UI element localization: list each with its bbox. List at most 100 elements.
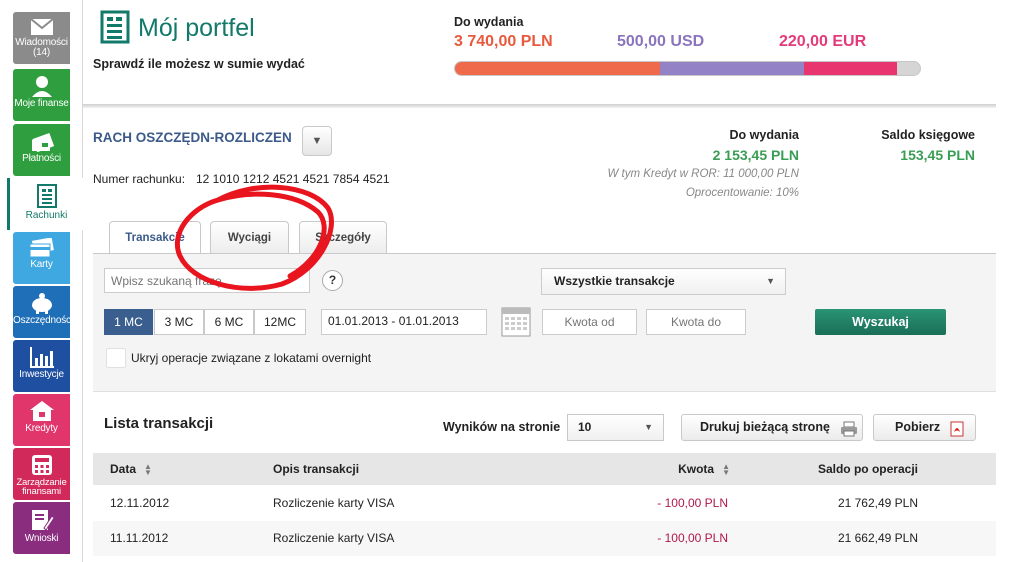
form-pen-icon [31, 510, 54, 531]
chart-icon [29, 347, 54, 368]
period-6mc-button[interactable]: 6 MC [204, 309, 254, 335]
spend-bar-usd [660, 62, 804, 75]
account-number-label: Numer rachunku: [93, 172, 186, 186]
interest-rate: Oprocentowanie: 10% [686, 187, 799, 199]
piggy-bank-icon [31, 293, 52, 314]
spend-amount-eur: 220,00 EUR [779, 33, 867, 50]
spend-bar-pln [455, 62, 660, 75]
help-button[interactable]: ? [322, 270, 343, 291]
page-subtitle: Sprawdź ile możesz w sumie wydać [93, 57, 305, 71]
interest-rate-label: Oprocentowanie: [685, 187, 773, 199]
sidebar-item-investments[interactable]: Inwestycje [13, 340, 70, 392]
column-date[interactable]: Data ▲ ▼ [110, 453, 152, 485]
row-description: Rozliczenie karty VISA [273, 531, 395, 545]
available-label: Do wydania [729, 128, 799, 142]
account-number: 12 1010 1212 4521 4521 7854 4521 [196, 172, 390, 186]
interest-rate-value: 10% [775, 187, 799, 199]
column-amount[interactable]: Kwota ▲ ▼ [678, 453, 730, 485]
download-label: Pobierz [895, 420, 941, 434]
date-range-input[interactable]: 01.01.2013 - 01.01.2013 [321, 309, 487, 335]
sidebar-item-accounts[interactable]: Rachunki [7, 178, 83, 230]
amount-from-input[interactable] [542, 309, 637, 335]
sidebar-item-label: Karty [30, 259, 53, 270]
row-balance: 21 762,49 PLN [837, 496, 918, 510]
pdf-icon [950, 421, 964, 437]
sidebar-item-label: Wnioski [24, 533, 59, 544]
amount-to-input[interactable] [646, 309, 746, 335]
page-title: Mój portfel [138, 14, 255, 42]
sidebar-item-payments[interactable]: Płatności [13, 124, 70, 176]
search-input[interactable] [104, 268, 310, 293]
search-button[interactable]: Wyszukaj [815, 309, 946, 335]
card-icon [29, 238, 54, 258]
row-date: 11.11.2012 [110, 531, 169, 545]
sidebar-item-label: Oszczędności [13, 315, 73, 326]
column-date-label: Data [110, 462, 137, 476]
document-icon [100, 10, 130, 44]
spend-bar-eur [804, 62, 897, 75]
period-12mc-button[interactable]: 12MC [254, 309, 306, 335]
per-page-value: 10 [578, 420, 592, 434]
row-date: 12.11.2012 [110, 496, 170, 510]
sort-icon: ▲ ▼ [722, 461, 730, 477]
column-balance: Saldo po operacji [817, 462, 918, 476]
sidebar-item-label: Kredyty [25, 423, 58, 434]
print-page-button[interactable]: Drukuj bieżącą stronę [681, 414, 863, 441]
tab-statements[interactable]: Wyciągi [210, 221, 289, 254]
person-icon [31, 76, 52, 97]
row-amount: - 100,00 PLN [657, 496, 728, 510]
table-row[interactable]: 11.11.2012 Rozliczenie karty VISA - 100,… [93, 521, 996, 556]
credit-info: W tym Kredyt w ROR: 11 000,00 PLN [607, 168, 799, 180]
tab-transactions[interactable]: Transakcje [109, 221, 201, 255]
chevron-down-icon: ▼ [644, 422, 653, 432]
spend-amount-pln: 3 740,00 PLN [454, 33, 553, 50]
spend-progress-bar [454, 61, 921, 76]
transaction-type-select[interactable]: Wszystkie transakcje ▼ [541, 268, 786, 295]
overnight-label: Ukryj operacje związane z lokatami overn… [131, 351, 372, 365]
sidebar-item-my-finances[interactable]: Moje finanse [13, 69, 70, 121]
calculator-icon [31, 455, 52, 475]
sidebar-item-cards[interactable]: Karty [13, 232, 70, 284]
house-icon [29, 401, 54, 421]
book-balance-value: 153,45 PLN [900, 147, 975, 163]
sidebar-item-count: (14) [33, 47, 50, 58]
period-3mc-button[interactable]: 3 MC [154, 309, 204, 335]
available-value: 2 153,45 PLN [712, 147, 799, 163]
header-divider [83, 104, 996, 108]
transaction-type-value: Wszystkie transakcje [554, 274, 675, 288]
account-name: RACH OSZCZĘDN-ROZLICZEN [93, 130, 292, 145]
calendar-icon[interactable] [501, 305, 531, 337]
sidebar-item-label: Zarządzanie finansami [16, 477, 67, 497]
sidebar-item-applications[interactable]: Wnioski [13, 502, 70, 554]
column-amount-label: Kwota [678, 462, 715, 476]
sidebar-item-label: Moje finanse [14, 98, 69, 109]
printer-icon [841, 421, 857, 437]
account-dropdown-button[interactable]: ▼ [302, 126, 332, 156]
column-description: Opis transakcji [273, 462, 360, 476]
tab-details[interactable]: Szczegóły [299, 221, 387, 254]
envelope-icon [29, 18, 54, 35]
list-title: Lista transakcji [104, 415, 214, 432]
row-balance: 21 662,49 PLN [837, 531, 918, 545]
document-icon [36, 184, 57, 208]
chevron-down-icon: ▼ [311, 135, 323, 147]
per-page-select[interactable]: 10 ▼ [567, 414, 664, 441]
book-balance-label: Saldo księgowe [881, 128, 975, 142]
row-amount: - 100,00 PLN [657, 531, 728, 545]
spend-amount-usd: 500,00 USD [617, 33, 705, 50]
period-1mc-button[interactable]: 1 MC [104, 309, 153, 335]
sidebar-item-loans[interactable]: Kredyty [13, 394, 70, 446]
chevron-down-icon: ▼ [766, 276, 775, 286]
sidebar-item-finance-management[interactable]: Zarządzanie finansami [13, 448, 70, 500]
sidebar-item-label: Inwestycje [19, 369, 64, 380]
sort-icon: ▲ ▼ [144, 461, 152, 477]
row-description: Rozliczenie karty VISA [273, 496, 395, 510]
sidebar-item-savings[interactable]: Oszczędności [13, 286, 73, 338]
sidebar-item-label: Rachunki [25, 210, 68, 221]
print-label: Drukuj bieżącą stronę [700, 420, 830, 434]
download-button[interactable]: Pobierz [873, 414, 976, 441]
spend-label: Do wydania [454, 15, 524, 29]
sidebar-item-messages[interactable]: Wiadomości (14) [13, 12, 70, 64]
table-row[interactable]: 12.11.2012 Rozliczenie karty VISA - 100,… [93, 486, 996, 521]
overnight-checkbox[interactable] [106, 348, 126, 368]
